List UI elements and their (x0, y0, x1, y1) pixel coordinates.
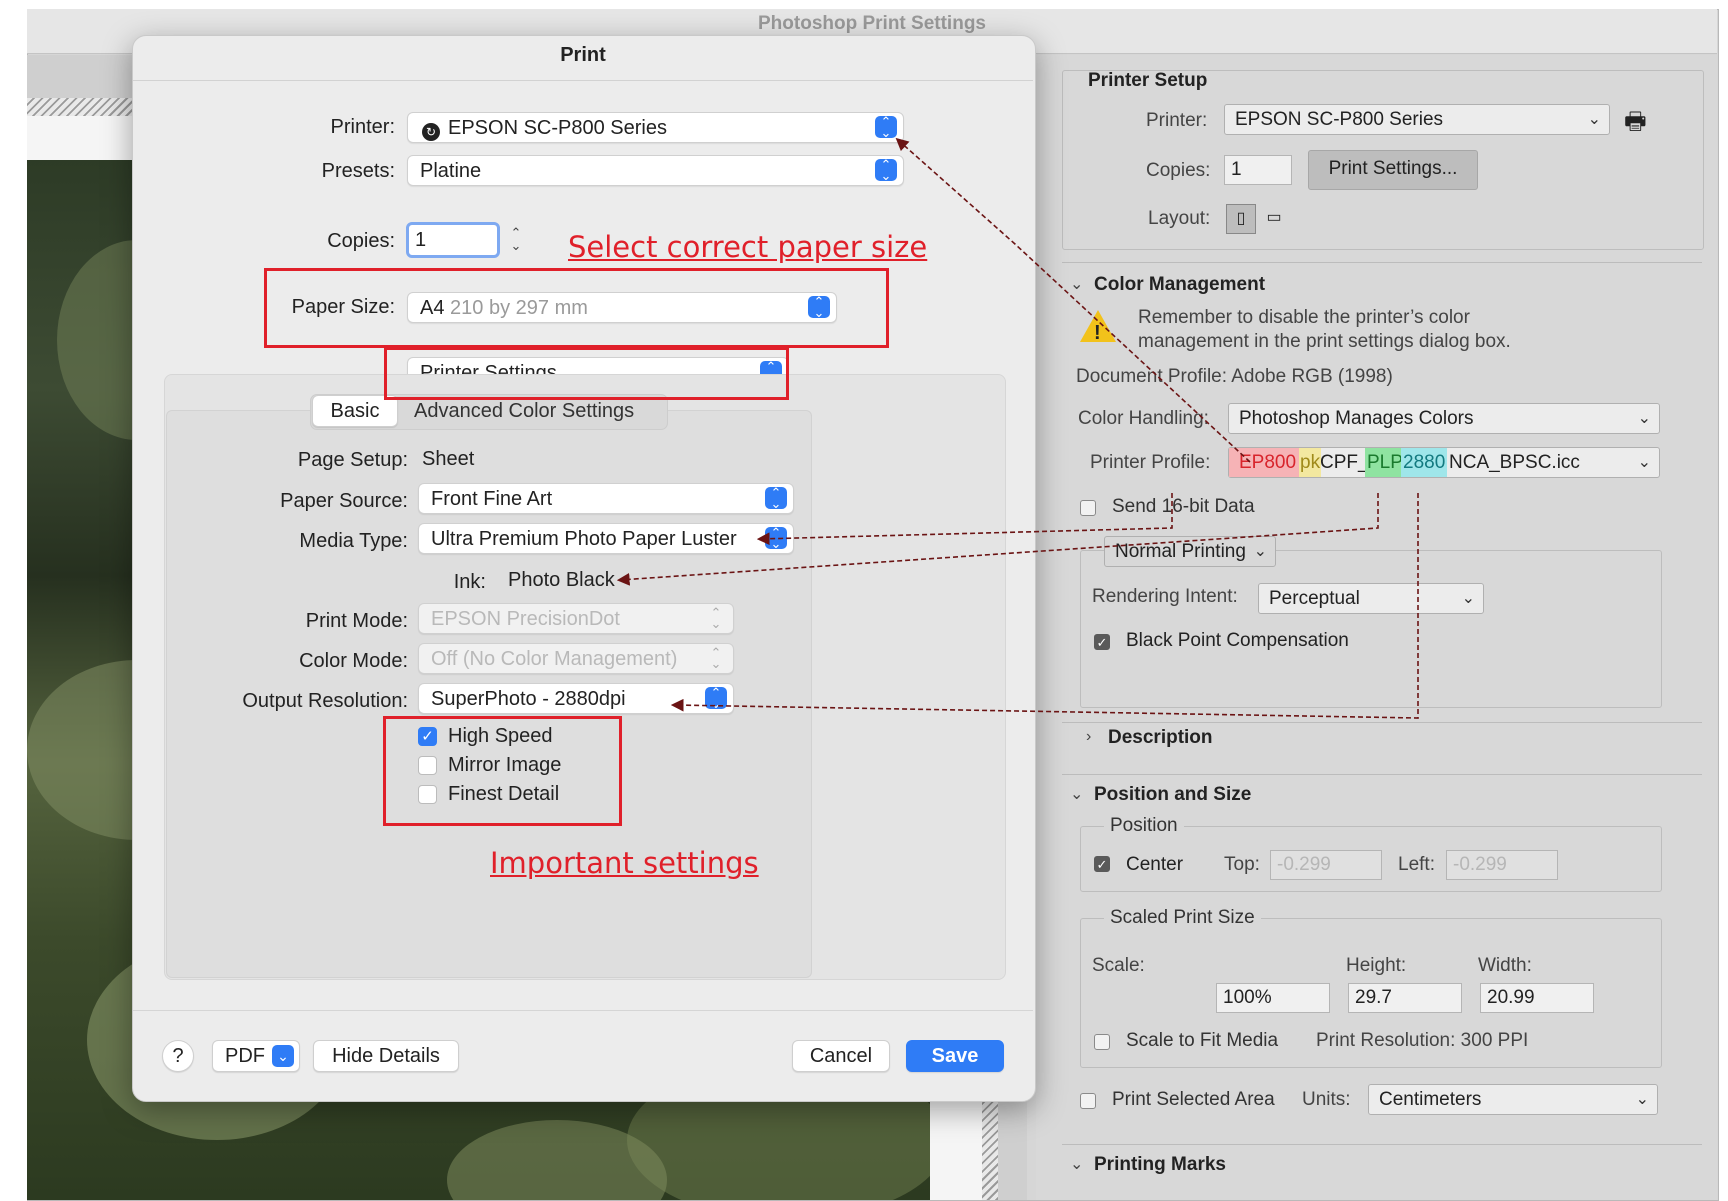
connector-resolution (670, 493, 1419, 719)
connector-media (616, 493, 1379, 586)
connector-arrows (616, 137, 1419, 719)
connector-printer (895, 137, 1251, 463)
connector-ink (756, 493, 1173, 546)
